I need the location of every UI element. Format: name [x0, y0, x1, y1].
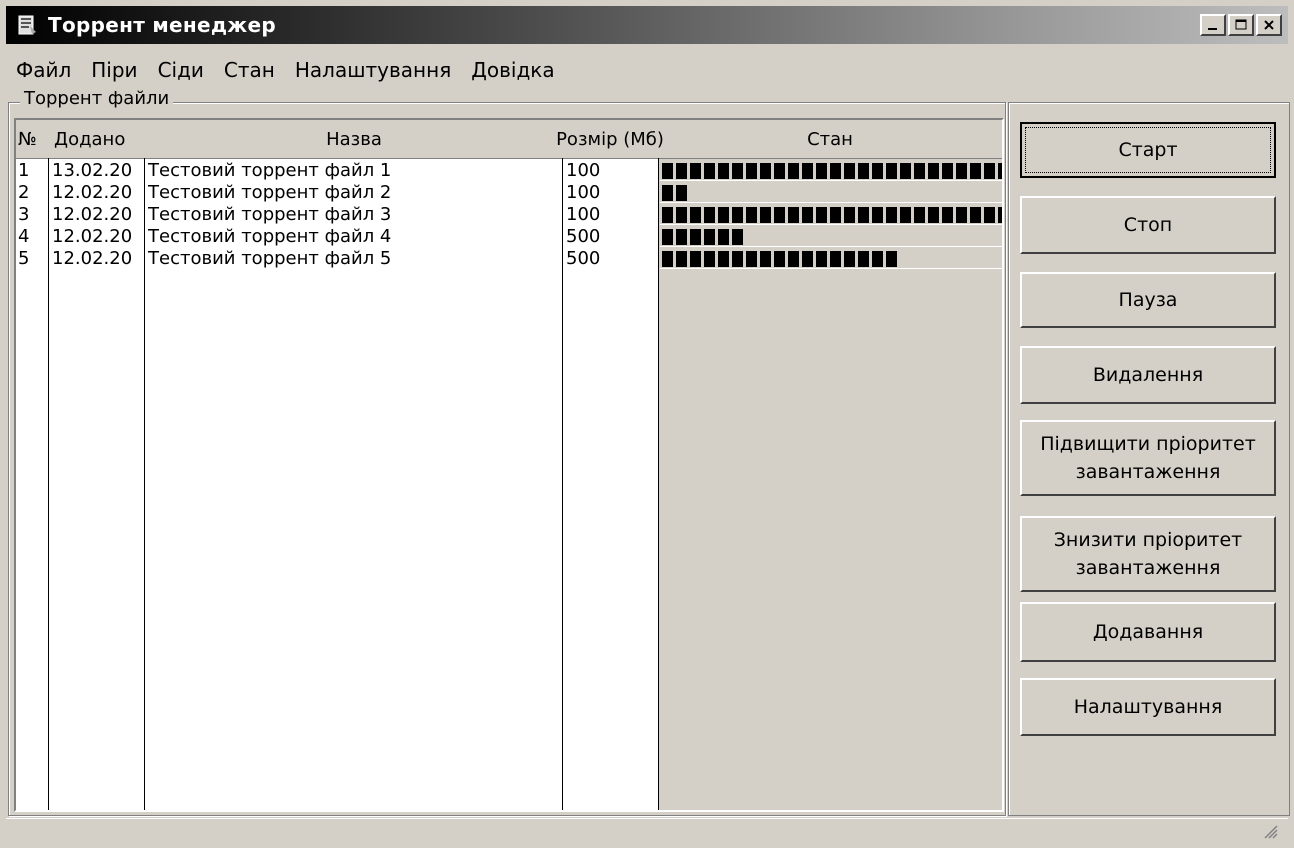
- raise-priority-label-line1: Підвищити пріоритет: [1040, 432, 1256, 455]
- table-row[interactable]: 4 12.02.20 Тестовий торрент файл 4 500: [16, 226, 1002, 248]
- table-row[interactable]: 5 12.02.20 Тестовий торрент файл 5 500: [16, 248, 1002, 270]
- torrent-app-icon: [16, 14, 38, 36]
- row-number: 4: [18, 226, 30, 247]
- column-header-added[interactable]: Додано: [54, 120, 144, 158]
- progress-fill: [662, 251, 900, 267]
- delete-button[interactable]: Видалення: [1020, 346, 1276, 404]
- row-number: 3: [18, 204, 30, 225]
- raise-priority-button[interactable]: Підвищити пріоритет завантаження: [1020, 420, 1276, 496]
- row-name: Тестовий торрент файл 5: [148, 248, 392, 269]
- row-size: 100: [566, 160, 601, 181]
- row-added-date: 12.02.20: [52, 248, 133, 269]
- pause-button[interactable]: Пауза: [1020, 272, 1276, 328]
- row-size: 100: [566, 182, 601, 203]
- close-icon: [1264, 20, 1274, 30]
- row-name: Тестовий торрент файл 4: [148, 226, 392, 247]
- group-label: Торрент файли: [20, 88, 174, 109]
- progress-bar: [660, 205, 1002, 225]
- menu-settings[interactable]: Налаштування: [287, 56, 459, 86]
- raise-priority-label-line2: завантаження: [1075, 461, 1221, 483]
- add-button[interactable]: Додавання: [1020, 602, 1276, 662]
- row-size: 100: [566, 204, 601, 225]
- row-name: Тестовий торрент файл 1: [148, 160, 392, 181]
- row-name: Тестовий торрент файл 2: [148, 182, 392, 203]
- window-title: Торрент менеджер: [48, 13, 276, 37]
- stop-button[interactable]: Стоп: [1020, 196, 1276, 254]
- status-bar: [6, 818, 1288, 845]
- column-header-state[interactable]: Стан: [658, 120, 1002, 158]
- row-added-date: 12.02.20: [52, 182, 133, 203]
- row-size: 500: [566, 226, 601, 247]
- table-row[interactable]: 1 13.02.20 Тестовий торрент файл 1 100: [16, 160, 1002, 182]
- menu-peers[interactable]: Піри: [83, 56, 145, 86]
- column-header-size[interactable]: Розмір (Мб): [556, 120, 664, 158]
- progress-bar: [660, 161, 1002, 181]
- row-number: 2: [18, 182, 30, 203]
- start-button[interactable]: Старт: [1020, 122, 1276, 178]
- lower-priority-button[interactable]: Знизити пріоритет завантаження: [1020, 516, 1276, 592]
- progress-bar: [660, 249, 1002, 269]
- menu-bar: Файл Піри Сіди Стан Налаштування Довідка: [8, 56, 567, 86]
- menu-seeds[interactable]: Сіди: [150, 56, 212, 86]
- minimize-button[interactable]: [1200, 14, 1226, 36]
- row-number: 1: [18, 160, 30, 181]
- row-number: 5: [18, 248, 30, 269]
- progress-fill: [662, 207, 1002, 223]
- row-name: Тестовий торрент файл 3: [148, 204, 392, 225]
- progress-fill: [662, 185, 689, 201]
- progress-fill: [662, 229, 744, 245]
- row-added-date: 13.02.20: [52, 160, 133, 181]
- maximize-button[interactable]: [1228, 14, 1254, 36]
- menu-state[interactable]: Стан: [216, 56, 283, 86]
- column-header-name[interactable]: Назва: [146, 120, 562, 158]
- maximize-icon: [1235, 19, 1247, 30]
- row-added-date: 12.02.20: [52, 226, 133, 247]
- resize-grip-icon[interactable]: [1264, 825, 1278, 839]
- lower-priority-label-line2: завантаження: [1075, 557, 1221, 579]
- column-header-number[interactable]: №: [18, 120, 48, 158]
- table-row[interactable]: 2 12.02.20 Тестовий торрент файл 2 100: [16, 182, 1002, 204]
- progress-fill: [662, 163, 1002, 179]
- list-header: № Додано Назва Розмір (Мб) Стан: [16, 120, 1002, 159]
- progress-bar: [660, 183, 1002, 203]
- menu-help[interactable]: Довідка: [463, 56, 562, 86]
- torrent-list[interactable]: № Додано Назва Розмір (Мб) Стан 1 13.02.2…: [14, 118, 1004, 812]
- table-row[interactable]: 3 12.02.20 Тестовий торрент файл 3 100: [16, 204, 1002, 226]
- settings-button[interactable]: Налаштування: [1020, 678, 1276, 736]
- row-added-date: 12.02.20: [52, 204, 133, 225]
- progress-bar: [660, 227, 1002, 247]
- menu-file[interactable]: Файл: [8, 56, 79, 86]
- close-button[interactable]: [1256, 14, 1282, 36]
- row-size: 500: [566, 248, 601, 269]
- title-bar[interactable]: Торрент менеджер: [6, 6, 1288, 44]
- lower-priority-label-line1: Знизити пріоритет: [1053, 528, 1243, 551]
- minimize-icon: [1208, 28, 1217, 30]
